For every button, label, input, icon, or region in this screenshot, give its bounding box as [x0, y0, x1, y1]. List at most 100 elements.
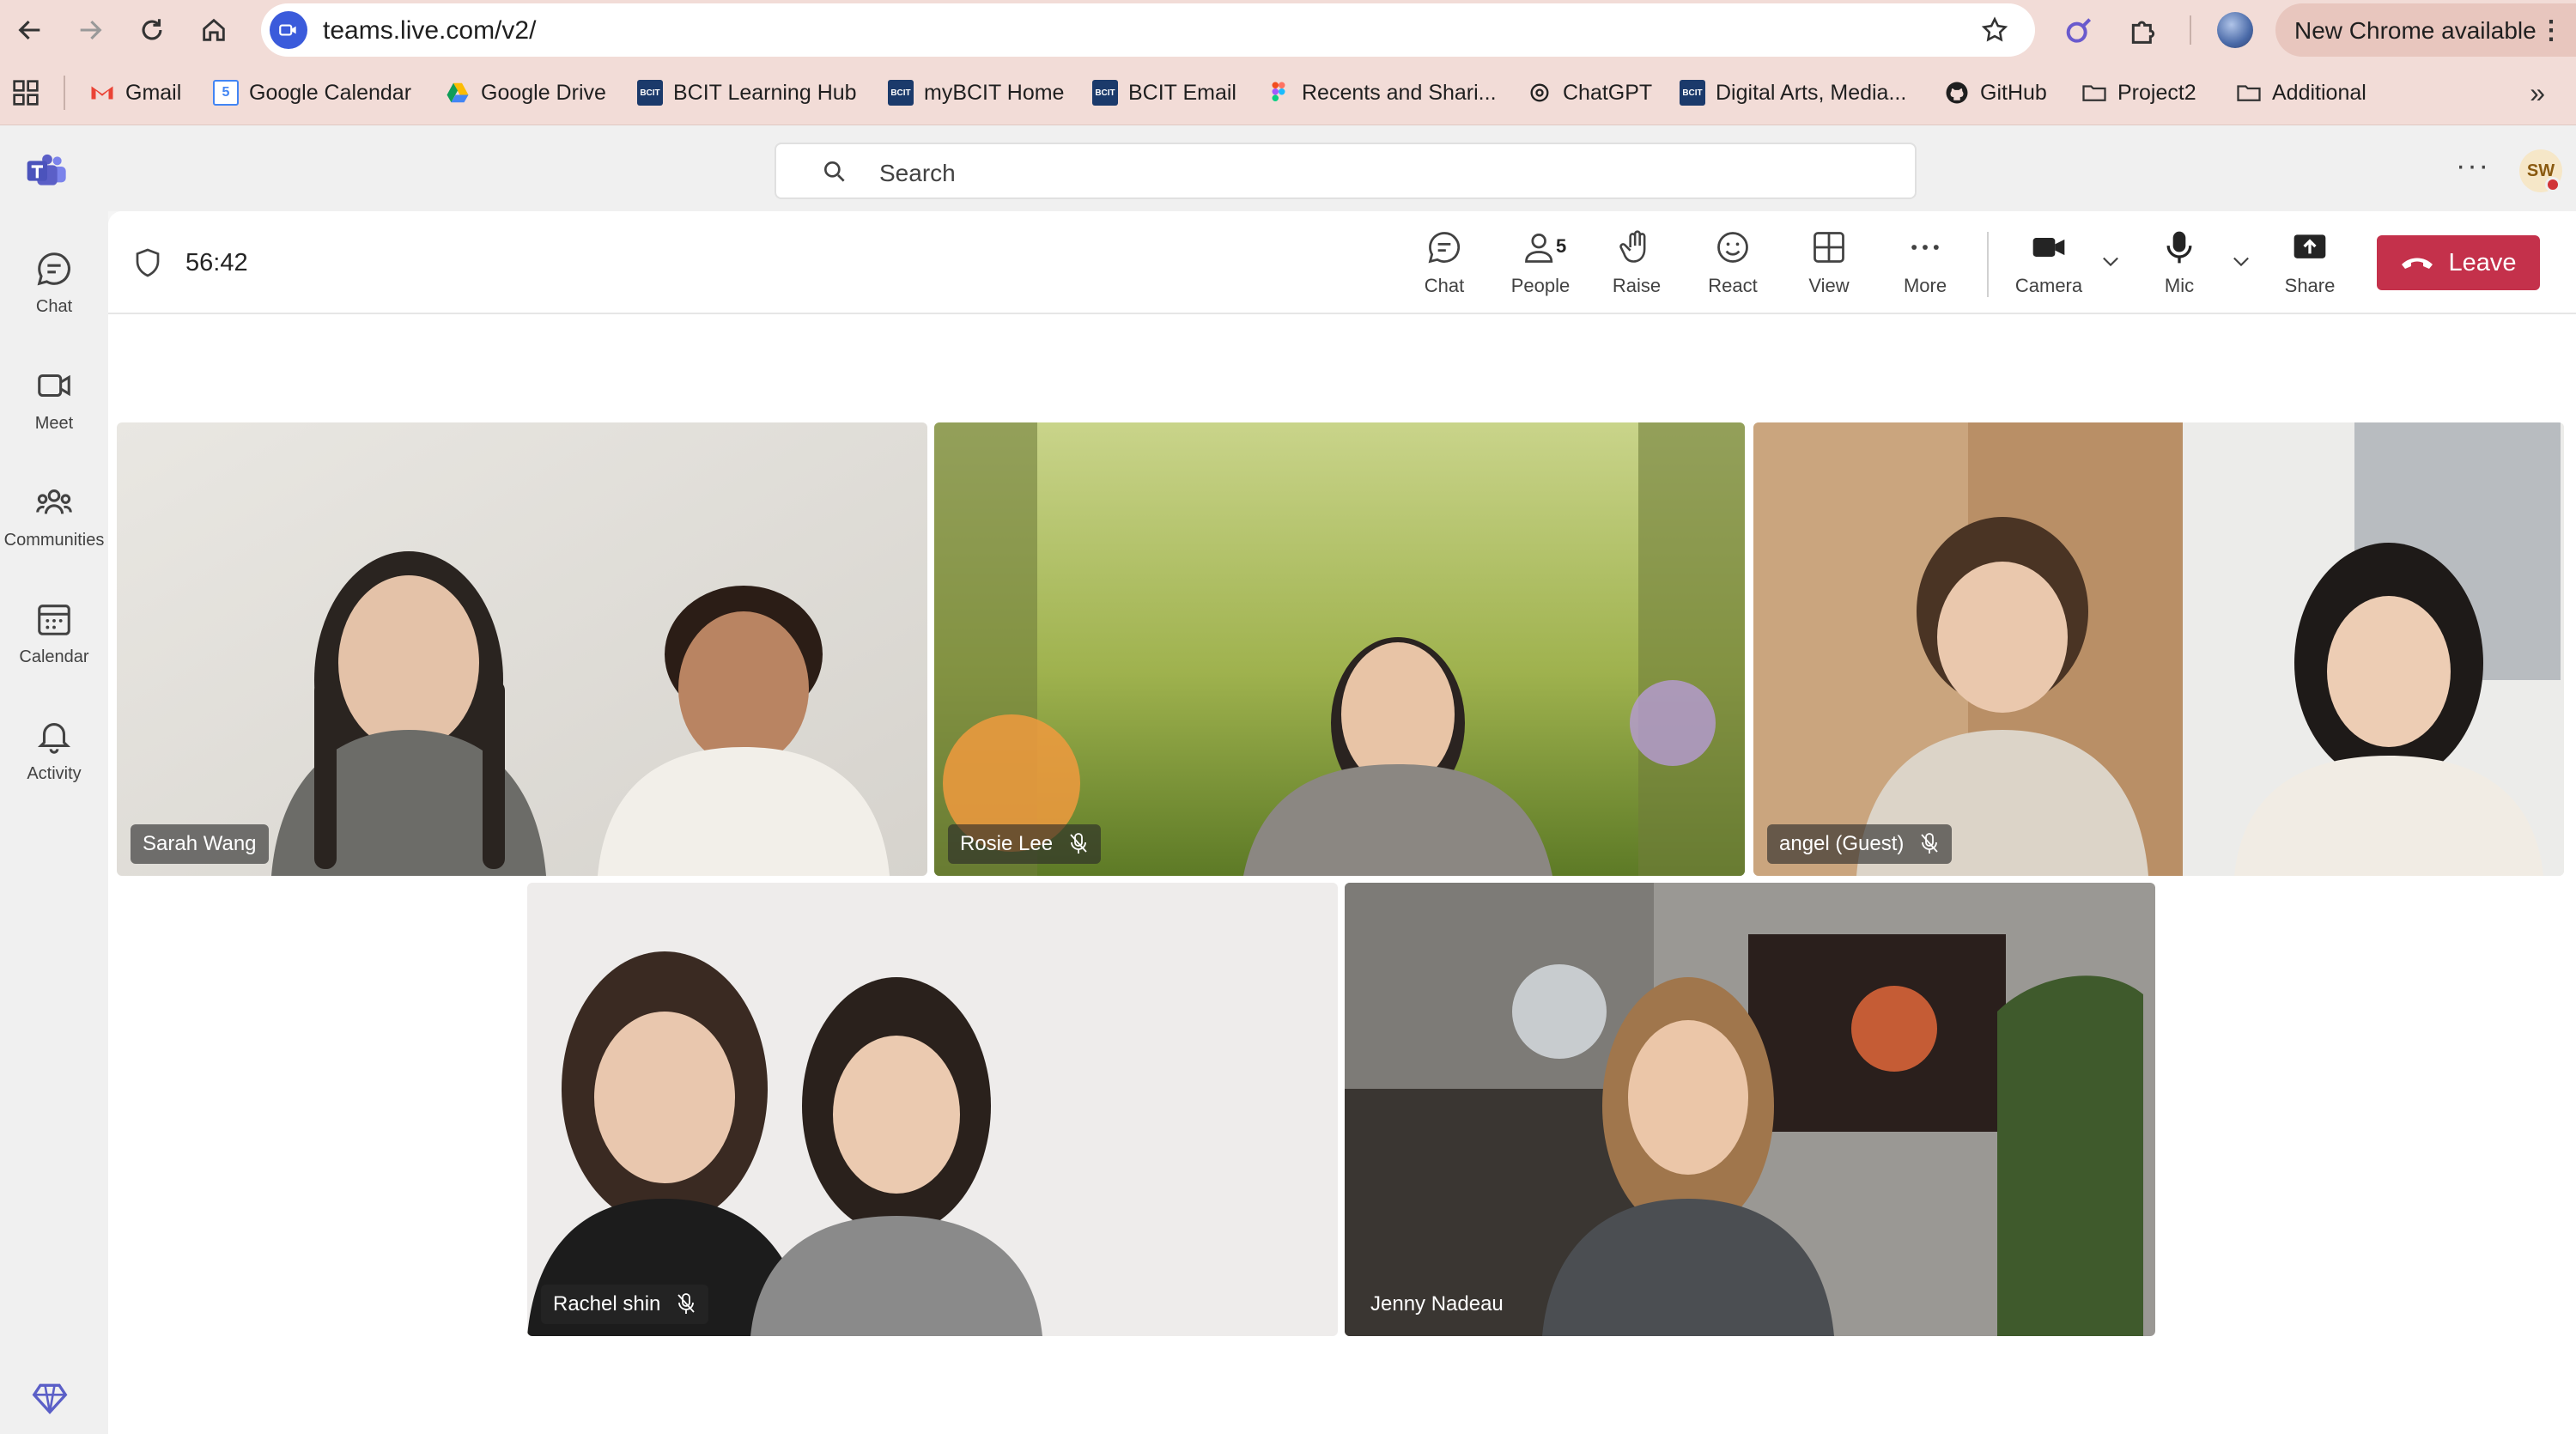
shield-icon[interactable] [132, 247, 163, 278]
calendar-icon: 5 [213, 80, 239, 106]
bookmark-google-drive[interactable]: Google Drive [445, 77, 606, 108]
bookmark-bcit-email[interactable]: BCIT BCIT Email [1092, 77, 1236, 108]
bcit-icon: BCIT [888, 80, 914, 106]
kebab-menu-icon[interactable]: ⋮ [2538, 15, 2564, 46]
folder-icon [2081, 80, 2107, 106]
bookmark-gmail[interactable]: Gmail [89, 77, 181, 108]
puzzle-extensions-icon[interactable] [2126, 14, 2160, 48]
toolbar-divider [1987, 232, 1989, 297]
video-icon [38, 374, 70, 398]
address-bar[interactable]: teams.live.com/v2/ [261, 3, 2035, 57]
participant-name-badge: angel (Guest) [1767, 824, 1953, 864]
grid-view-icon [1814, 232, 1844, 263]
bookmark-additional[interactable]: Additional [2236, 77, 2366, 108]
bookmarks-divider [64, 76, 65, 110]
chat-icon [37, 252, 70, 286]
figma-icon [1266, 80, 1291, 106]
chrome-profile-avatar[interactable] [2217, 12, 2253, 48]
premium-diamond-icon[interactable] [31, 1379, 69, 1417]
chat-button[interactable]: Chat [1401, 228, 1487, 301]
video-feed [1753, 422, 2564, 876]
bcit-icon: BCIT [1680, 80, 1705, 106]
bookmark-project2[interactable]: Project2 [2081, 77, 2196, 108]
apps-grid-icon[interactable] [12, 79, 39, 106]
teams-header: Search ··· SW [0, 125, 2576, 211]
camera-button[interactable]: Camera [2006, 228, 2092, 301]
mic-muted-icon [1070, 833, 1087, 854]
participant-tile-angel-guest[interactable]: angel (Guest) [1753, 422, 2564, 876]
participant-name-badge: Jenny Nadeau [1370, 1292, 1504, 1316]
bookmark-github[interactable]: GitHub [1944, 77, 2047, 108]
teams-video-site-icon [270, 11, 307, 49]
participant-tile-jenny-nadeau[interactable]: Jenny Nadeau [1345, 883, 2155, 1336]
share-button[interactable]: Share [2267, 228, 2353, 301]
leave-button[interactable]: Leave [2377, 235, 2540, 290]
more-button[interactable]: More [1882, 228, 1968, 301]
communities-icon [36, 489, 72, 514]
participant-name-badge: Rachel shin [541, 1285, 709, 1324]
bookmark-chatgpt[interactable]: ChatGPT [1527, 77, 1652, 108]
mic-options-chevron-down-icon[interactable] [2229, 249, 2253, 273]
raise-hand-button[interactable]: Raise [1594, 228, 1680, 301]
bcit-icon: BCIT [637, 80, 663, 106]
participant-tile-sarah-wang[interactable]: Sarah Wang [117, 422, 927, 876]
arrow-left-icon [18, 20, 40, 40]
rail-item-chat[interactable]: Chat [0, 228, 108, 331]
raise-hand-icon [1619, 230, 1646, 263]
bookmark-figma-recents[interactable]: Recents and Shari... [1266, 77, 1497, 108]
people-button[interactable]: 5 People [1498, 228, 1583, 301]
meeting-stage: 56:42 Chat 5 People Raise React View Mor… [108, 211, 2576, 1434]
search-input[interactable]: Search [775, 143, 1917, 199]
home-button[interactable] [194, 10, 234, 50]
presence-busy-dot [2545, 177, 2561, 192]
toolbar-divider [2190, 15, 2191, 45]
forward-button[interactable] [70, 10, 110, 50]
bookmark-mybcit-home[interactable]: BCIT myBCIT Home [888, 77, 1064, 108]
bookmark-google-calendar[interactable]: 5 Google Calendar [213, 77, 411, 108]
back-button[interactable] [10, 10, 50, 50]
camera-options-chevron-down-icon[interactable] [2099, 249, 2123, 273]
camera-icon [2032, 238, 2065, 257]
rail-item-activity[interactable]: Activity [0, 696, 108, 799]
mic-muted-icon [1921, 833, 1939, 854]
url-text[interactable]: teams.live.com/v2/ [323, 16, 536, 46]
search-placeholder: Search [879, 160, 956, 186]
bookmark-digital-arts[interactable]: BCIT Digital Arts, Media... [1680, 77, 1906, 108]
chat-icon [1428, 232, 1461, 264]
reload-icon [142, 19, 162, 40]
github-icon [1944, 80, 1970, 106]
react-button[interactable]: React [1690, 228, 1776, 301]
participant-name-badge: Sarah Wang [131, 824, 269, 864]
rail-item-meet[interactable]: Meet [0, 345, 108, 448]
video-feed [1345, 883, 2155, 1336]
rail-item-calendar[interactable]: Calendar [0, 579, 108, 682]
rail-item-communities[interactable]: Communities [0, 462, 108, 565]
bookmark-bcit-learning-hub[interactable]: BCIT BCIT Learning Hub [637, 77, 857, 108]
bcit-icon: BCIT [1092, 80, 1118, 106]
app-rail: Chat Meet Communities Calendar Activity [0, 211, 108, 1434]
more-dots-icon [1911, 245, 1939, 250]
folder-icon [2236, 80, 2262, 106]
participant-tile-rosie-lee[interactable]: Rosie Lee [934, 422, 1745, 876]
video-feed [527, 883, 1338, 1336]
bookmark-star-icon[interactable] [1980, 15, 2009, 45]
participant-tile-rachel-shin[interactable]: Rachel shin [527, 883, 1338, 1336]
meeting-timer: 56:42 [185, 249, 248, 276]
chatgpt-icon [1527, 80, 1552, 106]
meeting-toolbar: 56:42 Chat 5 People Raise React View Mor… [108, 211, 2576, 314]
gmail-icon [89, 80, 115, 106]
chevron-double-right-icon[interactable]: » [2530, 77, 2545, 109]
view-button[interactable]: View [1786, 228, 1872, 301]
mic-muted-icon [677, 1293, 696, 1314]
bookmarks-bar: Gmail 5 Google Calendar Google Drive BCI… [0, 60, 2576, 125]
teams-logo-icon[interactable] [26, 153, 69, 189]
people-count: 5 [1556, 235, 1567, 257]
hang-up-icon [2402, 258, 2433, 269]
calendar-icon [38, 605, 70, 635]
reload-button[interactable] [132, 10, 172, 50]
mic-button[interactable]: Mic [2136, 228, 2222, 301]
video-feed [934, 422, 1745, 876]
chrome-update-button[interactable]: New Chrome available ⋮ [2275, 3, 2576, 57]
extension-icon[interactable] [2063, 14, 2097, 48]
more-options-icon[interactable]: ··· [2456, 149, 2490, 183]
